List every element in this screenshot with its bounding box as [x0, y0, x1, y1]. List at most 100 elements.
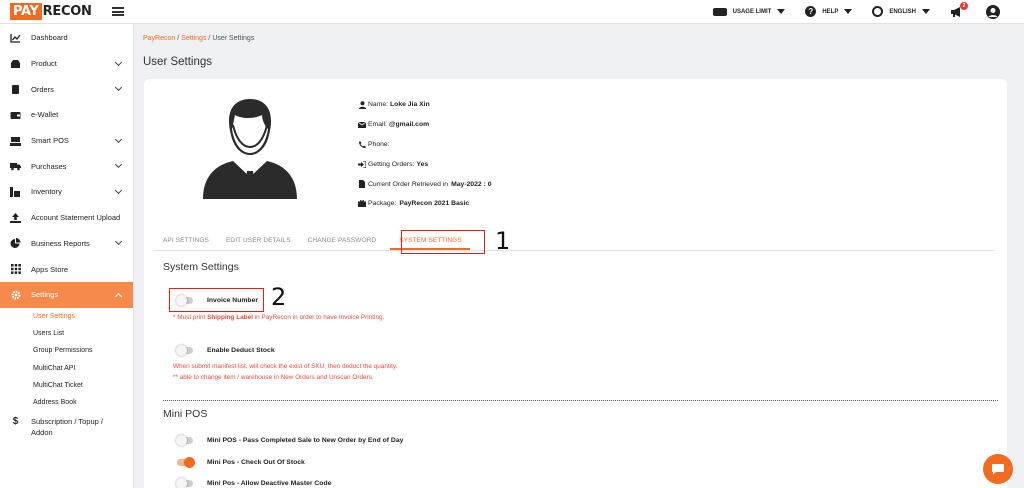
breadcrumb-payrecon[interactable]: PayRecon — [143, 35, 175, 42]
chevron-up-icon — [114, 292, 123, 300]
sidebar-item-settings[interactable]: Settings — [0, 281, 133, 308]
boxes-icon — [10, 186, 21, 197]
sidebar-item-label: Purchases — [31, 161, 67, 171]
invoice-number-label: Invoice Number — [207, 297, 258, 304]
page-title: User Settings — [143, 56, 213, 68]
mini-pos-deactive-master-code-toggle[interactable] — [176, 478, 193, 488]
phone-icon — [358, 140, 366, 148]
section-divider — [163, 400, 998, 401]
email-value: @gmail.com — [388, 121, 430, 129]
profile-package-row: Package: PayRecon 2021 Basic — [358, 194, 492, 214]
mini-pos-toggle-row-2: Mini Pos - Check Out Of Stock — [177, 457, 305, 468]
mini-pos-check-out-of-stock-toggle[interactable] — [177, 457, 195, 468]
sidebar-item-purchases[interactable]: Purchases — [0, 153, 133, 179]
sidebar-item-orders[interactable]: Orders — [0, 76, 133, 102]
profile-info: Name: Loke Jia Xin Email: @gmail.com Phone… — [358, 95, 492, 214]
language-label: ENGLISH — [889, 8, 916, 15]
chevron-down-icon — [114, 186, 123, 195]
package-value: PayRecon 2021 Basic — [399, 200, 470, 208]
sidebar-item-label: Product — [31, 59, 57, 69]
usage-limit-dropdown[interactable]: USAGE LIMIT — [712, 7, 786, 16]
name-label: Name: — [368, 101, 389, 109]
sidebar: Dashboard Product Orders e-Wallet Smart … — [0, 24, 134, 488]
invoice-number-toggle[interactable] — [176, 295, 193, 306]
mini-pos-toggle-row-3: Mini Pos - Allow Deactive Master Code — [176, 478, 332, 488]
sidebar-subitem-address-book[interactable]: Address Book — [0, 394, 133, 411]
current-order-label: Current Order Retrieved in — [368, 180, 449, 188]
box-icon — [10, 59, 21, 69]
getting-orders-label: Getting Orders: — [368, 160, 415, 168]
logo-pay: PAY — [10, 3, 42, 20]
tab-change-password[interactable]: CHANGE PASSWORD — [299, 237, 385, 250]
profile-avatar — [199, 95, 301, 201]
chart-line-icon — [10, 33, 21, 43]
sidebar-item-smart-pos[interactable]: Smart POS — [0, 128, 133, 154]
mini-pos-toggle-row-1: Mini POS - Pass Completed Sale to New Or… — [176, 435, 403, 446]
caret-down-icon — [777, 9, 786, 14]
invoice-note-pre: * Must print — [173, 314, 208, 321]
deduct-stock-label: Enable Deduct Stock — [207, 347, 275, 354]
clipboard-icon — [10, 84, 21, 95]
profile-current-order-row: Current Order Retrieved in May-2022 : 0 — [358, 174, 492, 194]
mini-pos-check-out-of-stock-label: Mini Pos - Check Out Of Stock — [207, 459, 305, 466]
chevron-down-icon — [114, 135, 123, 143]
user-account-icon[interactable] — [986, 4, 1000, 19]
upload-icon — [10, 212, 21, 223]
subscription-line1: Subscription / Topup / — [31, 417, 103, 427]
sidebar-subitem-multichat-api[interactable]: MultiChat API — [0, 359, 133, 376]
settings-card: Name: Loke Jia Xin Email: @gmail.com Phone… — [144, 79, 1007, 488]
package-icon — [358, 200, 366, 208]
sidebar-item-inventory[interactable]: Inventory — [0, 179, 133, 205]
sidebar-item-subscription[interactable]: $ Subscription / Topup / Addon — [0, 411, 133, 443]
sidebar-subitem-user-settings[interactable]: User Settings — [0, 308, 133, 325]
deduct-stock-toggle[interactable] — [176, 345, 193, 356]
subscription-line2: Addon — [31, 428, 53, 438]
help-label: HELP — [822, 8, 839, 15]
sidebar-item-label: Orders — [31, 84, 54, 94]
sidebar-subitem-multichat-ticket[interactable]: MultiChat Ticket — [0, 377, 133, 394]
globe-icon — [872, 6, 884, 17]
mini-pos-deactive-master-code-label: Mini Pos - Allow Deactive Master Code — [207, 480, 332, 487]
megaphone-icon: 2 — [950, 1, 968, 18]
chat-bubble-icon — [992, 464, 1004, 475]
sidebar-item-apps-store[interactable]: Apps Store — [0, 256, 133, 282]
breadcrumb-current: User Settings — [212, 35, 255, 42]
sidebar-item-label: Account Statement Upload — [31, 213, 121, 223]
sidebar-item-account-statement-upload[interactable]: Account Statement Upload — [0, 205, 133, 231]
current-order-value: May-2022 : 0 — [451, 180, 492, 188]
help-dropdown[interactable]: ? HELP — [805, 6, 853, 17]
tab-api-settings[interactable]: API SETTINGS — [154, 237, 217, 250]
payrecon-logo[interactable]: PAY RECON — [0, 3, 92, 20]
sidebar-item-label: Settings — [31, 290, 59, 300]
highlight-box-system-settings — [401, 230, 485, 254]
language-dropdown[interactable]: ENGLISH — [872, 6, 930, 17]
chevron-down-icon — [114, 84, 123, 92]
getting-orders-value: Yes — [416, 160, 429, 168]
breadcrumb-separator: / — [208, 35, 211, 42]
sidebar-item-business-reports[interactable]: Business Reports — [0, 231, 133, 257]
sidebar-item-product[interactable]: Product — [0, 51, 133, 77]
help-icon: ? — [805, 6, 817, 17]
sidebar-item-ewallet[interactable]: e-Wallet — [0, 102, 133, 128]
sidebar-item-label: Inventory — [31, 187, 62, 197]
sign-in-icon — [358, 160, 366, 168]
breadcrumb-settings[interactable]: Settings — [181, 35, 206, 42]
chat-button[interactable] — [983, 454, 1013, 484]
grid-icon — [10, 264, 21, 274]
notification-badge: 2 — [960, 1, 968, 10]
notifications-button[interactable]: 2 — [950, 1, 968, 18]
package-label: Package: — [368, 200, 397, 208]
sidebar-subitem-group-permissions[interactable]: Group Permissions — [0, 342, 133, 359]
tab-edit-user-details[interactable]: EDIT USER DETAILS — [217, 237, 299, 250]
caret-down-icon — [844, 9, 853, 14]
document-icon — [358, 180, 366, 189]
hamburger-menu-icon[interactable] — [112, 7, 124, 16]
top-bar: PAY RECON USAGE LIMIT ? HELP ENGLISH 2 — [0, 0, 1024, 24]
sidebar-item-dashboard[interactable]: Dashboard — [0, 25, 133, 51]
logo-recon: RECON — [42, 4, 92, 19]
truck-icon — [10, 161, 21, 171]
sidebar-subitem-users-list[interactable]: Users List — [0, 325, 133, 342]
annotation-number-1: 1 — [495, 227, 511, 255]
mini-pos-pass-sale-toggle[interactable] — [176, 435, 193, 446]
envelope-icon — [358, 121, 366, 129]
